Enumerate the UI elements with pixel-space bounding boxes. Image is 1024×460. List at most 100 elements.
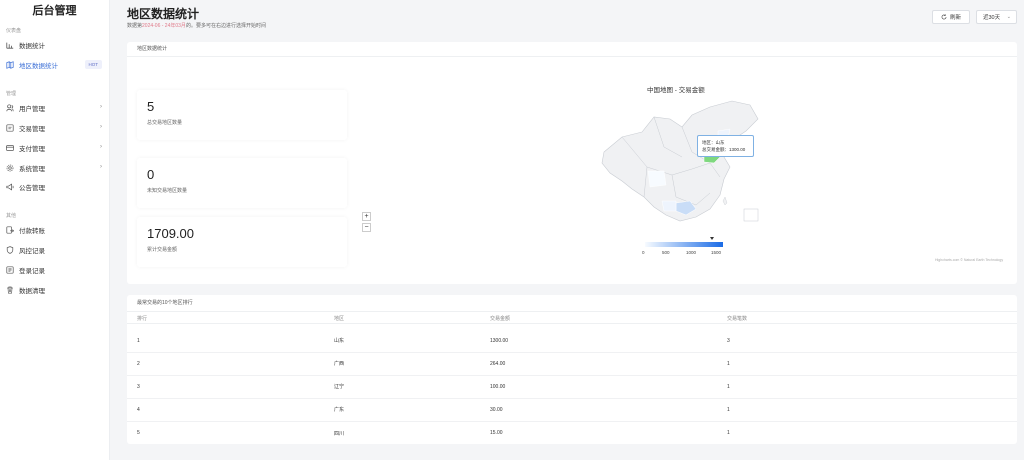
section-label-other: 其他 <box>6 213 17 219</box>
sidebar-item-label: 公告管理 <box>19 185 45 192</box>
sidebar-item-payments[interactable]: 支付管理 › <box>0 140 110 156</box>
chart-credit[interactable]: Highcharts.com © Natural Earth Technolog… <box>935 258 1003 262</box>
column-header-amount: 交易金额 <box>490 315 511 322</box>
subtitle-suffix: 的。要多可在右边进行选择开始时间 <box>185 23 266 29</box>
zoom-out-button[interactable]: − <box>362 223 371 232</box>
page-title: 地区数据统计 <box>127 7 200 21</box>
sidebar-item-system[interactable]: 系统管理 › <box>0 160 110 176</box>
stat-card-unknown-regions: 0 未知交易地区数量 <box>137 158 347 208</box>
trash-icon <box>6 286 14 294</box>
sidebar-item-transfer[interactable]: 付款转账 <box>0 222 110 238</box>
chevron-right-icon: › <box>100 124 102 130</box>
cell-amount: 264.00 <box>490 360 506 367</box>
sidebar-item-label: 支付管理 <box>19 146 45 153</box>
date-range-value: 近30天 <box>983 15 1001 21</box>
subtitle-date-range: 2024-06 - 24年03月 <box>142 23 186 29</box>
sidebar-item-label: 数据统计 <box>19 43 45 50</box>
cell-amount: 1300.00 <box>490 337 509 344</box>
province-guangxi <box>661 200 677 212</box>
date-range-select[interactable]: 近30天 ⌄ <box>976 10 1017 24</box>
cell-rank: 1 <box>137 337 140 344</box>
app-title: 后台管理 <box>32 5 77 17</box>
china-map[interactable] <box>592 97 772 237</box>
sidebar-item-data-stats[interactable]: 数据统计 <box>0 37 110 53</box>
sidebar-item-users[interactable]: 用户管理 › <box>0 100 110 116</box>
table-row: 3 辽宁 100.00 1 <box>127 375 1017 399</box>
tooltip-region: 地区：山东 <box>702 140 725 145</box>
transaction-icon <box>6 124 14 132</box>
cell-count: 1 <box>727 360 730 367</box>
credit-card-icon <box>6 144 14 152</box>
sidebar-item-region-stats[interactable]: 地区数据统计 HOT <box>0 57 110 73</box>
sidebar-item-label: 地区数据统计 <box>19 63 58 70</box>
cell-rank: 2 <box>137 360 140 367</box>
cell-count: 1 <box>727 383 730 390</box>
color-legend-bar <box>645 242 723 247</box>
bar-chart-icon <box>6 41 14 49</box>
province-sichuan <box>647 170 667 188</box>
cell-amount: 30.00 <box>490 406 503 413</box>
stat-card-total-amount: 1709.00 累计交易金额 <box>137 217 347 267</box>
stat-value: 0 <box>147 167 155 182</box>
sidebar-item-label: 用户管理 <box>19 106 45 113</box>
chevron-down-icon: ⌄ <box>1006 14 1011 20</box>
shield-icon <box>6 246 14 254</box>
sidebar-item-announcements[interactable]: 公告管理 <box>0 179 110 195</box>
ranking-table-card: 最常交易的10个地区排行 排行 地区 交易金额 交易笔数 1 山东 1300.0… <box>127 295 1017 444</box>
subtitle-prefix: 数据第 <box>127 23 143 29</box>
transfer-icon <box>6 226 14 234</box>
legend-tick: 0 <box>642 250 645 255</box>
section-label-dashboard: 仪表盘 <box>6 28 22 34</box>
sidebar-item-label: 付款转账 <box>19 228 45 235</box>
page-subtitle: 数据第2024-06 - 24年03月的。要多可在右边进行选择开始时间 <box>127 22 266 29</box>
cell-count: 3 <box>727 337 730 344</box>
stat-label: 总交易地区数量 <box>147 120 183 126</box>
cell-rank: 4 <box>137 406 140 413</box>
map-tooltip: 地区：山东 总交易金额：1300.00 <box>697 135 754 157</box>
sidebar-item-cleanup[interactable]: 数据清理 <box>0 282 110 298</box>
cell-region: 山东 <box>334 338 345 344</box>
table-row: 2 广西 264.00 1 <box>127 352 1017 376</box>
section-label-manage: 管理 <box>6 91 17 97</box>
sidebar-item-label: 数据清理 <box>19 288 45 295</box>
sidebar-item-transactions[interactable]: 交易管理 › <box>0 120 110 136</box>
table-row: 1 山东 1300.00 3 <box>127 329 1017 353</box>
table-heading: 最常交易的10个地区排行 <box>127 295 1017 312</box>
refresh-icon <box>941 14 947 20</box>
legend-tick: 1500 <box>711 250 722 255</box>
login-log-icon <box>6 266 14 274</box>
stat-label: 未知交易地区数量 <box>147 188 188 194</box>
legend-tick: 500 <box>662 250 670 255</box>
table-row: 4 广东 30.00 1 <box>127 398 1017 422</box>
region-map-card: 地区数据统计 5 总交易地区数量 0 未知交易地区数量 1709.00 累计交易… <box>127 42 1017 284</box>
table-row: 5 四川 15.00 1 <box>127 421 1017 445</box>
tooltip-amount: 总交易金额：1300.00 <box>702 147 746 152</box>
cell-count: 1 <box>727 406 730 413</box>
map-title: 中国地图 - 交易金额 <box>647 87 705 94</box>
table-header-row: 排行 地区 交易金额 交易笔数 <box>127 313 1017 324</box>
stat-value: 1709.00 <box>147 226 194 241</box>
cell-rank: 5 <box>137 430 140 436</box>
zoom-in-button[interactable]: + <box>362 212 371 221</box>
megaphone-icon <box>6 183 14 191</box>
hot-badge: HOT <box>84 60 102 69</box>
legend-tick: 1000 <box>686 250 697 255</box>
cell-region: 四川 <box>334 430 345 437</box>
stat-card-total-regions: 5 总交易地区数量 <box>137 90 347 140</box>
cell-region: 广西 <box>334 361 345 367</box>
cell-amount: 15.00 <box>490 430 503 436</box>
gear-icon <box>6 164 14 172</box>
sidebar-item-label: 系统管理 <box>19 166 45 173</box>
cell-rank: 3 <box>137 383 140 390</box>
sidebar-item-login-log[interactable]: 登录记录 <box>0 262 110 278</box>
sidebar: 后台管理 仪表盘 数据统计 地区数据统计 HOT 管理 用户管理 › 交易管理 … <box>0 0 110 460</box>
sidebar-item-risk[interactable]: 风控记录 <box>0 242 110 258</box>
chevron-right-icon: › <box>100 144 102 150</box>
chevron-right-icon: › <box>100 104 102 110</box>
refresh-button[interactable]: 刷新 <box>932 10 970 24</box>
stat-value: 5 <box>147 99 155 114</box>
map-card-heading: 地区数据统计 <box>127 42 1017 57</box>
refresh-label: 刷新 <box>949 15 961 21</box>
column-header-region: 地区 <box>334 315 345 322</box>
legend-pointer-icon <box>710 237 714 240</box>
